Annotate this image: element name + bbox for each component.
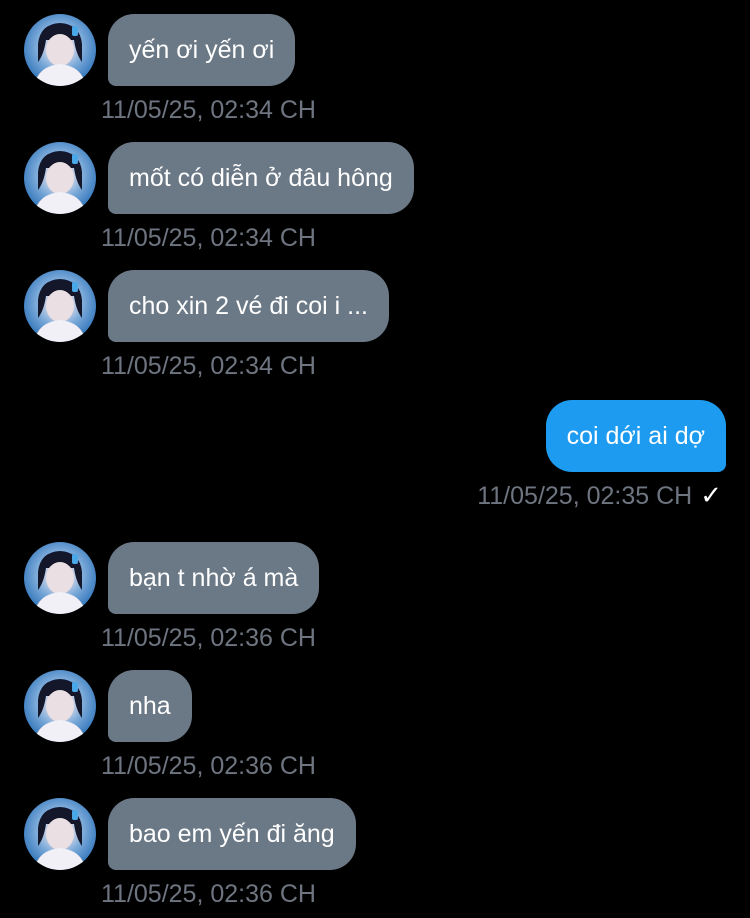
message-timestamp: 11/05/25, 02:34 CH — [101, 352, 316, 380]
avatar-image — [34, 807, 86, 870]
contact-avatar[interactable] — [24, 270, 96, 342]
incoming-message-bubble[interactable]: bạn t nhờ á mà — [108, 542, 320, 614]
avatar-image — [34, 679, 86, 742]
incoming-message-bubble[interactable]: yến ơi yến ơi — [108, 14, 296, 86]
message-timestamp: 11/05/25, 02:34 CH — [101, 96, 316, 124]
avatar-image — [34, 151, 86, 214]
contact-avatar[interactable] — [24, 670, 96, 742]
checkmark-icon: ✓ — [700, 480, 722, 510]
avatar-image — [34, 279, 86, 342]
avatar-image — [34, 23, 86, 86]
message-status-line: 11/05/25, 02:35 CH ✓ — [477, 480, 722, 511]
incoming-message-bubble[interactable]: nha — [108, 670, 192, 742]
avatar-image — [34, 551, 86, 614]
contact-avatar[interactable] — [24, 542, 96, 614]
message-timestamp: 11/05/25, 02:36 CH — [101, 880, 316, 908]
contact-avatar[interactable] — [24, 142, 96, 214]
contact-avatar[interactable] — [24, 14, 96, 86]
message-timestamp: 11/05/25, 02:36 CH — [101, 752, 316, 780]
outgoing-message-bubble[interactable]: coi dới ai dợ — [545, 400, 726, 472]
contact-avatar[interactable] — [24, 798, 96, 870]
message-timestamp: 11/05/25, 02:34 CH — [101, 224, 316, 252]
incoming-message-bubble[interactable]: mốt có diễn ở đâu hông — [108, 142, 414, 214]
message-timestamp: 11/05/25, 02:36 CH — [101, 624, 316, 652]
incoming-message-bubble[interactable]: cho xin 2 vé đi coi i ... — [108, 270, 390, 342]
message-timestamp: 11/05/25, 02:35 CH — [477, 482, 693, 510]
incoming-message-bubble[interactable]: bao em yến đi ăng — [108, 798, 356, 870]
